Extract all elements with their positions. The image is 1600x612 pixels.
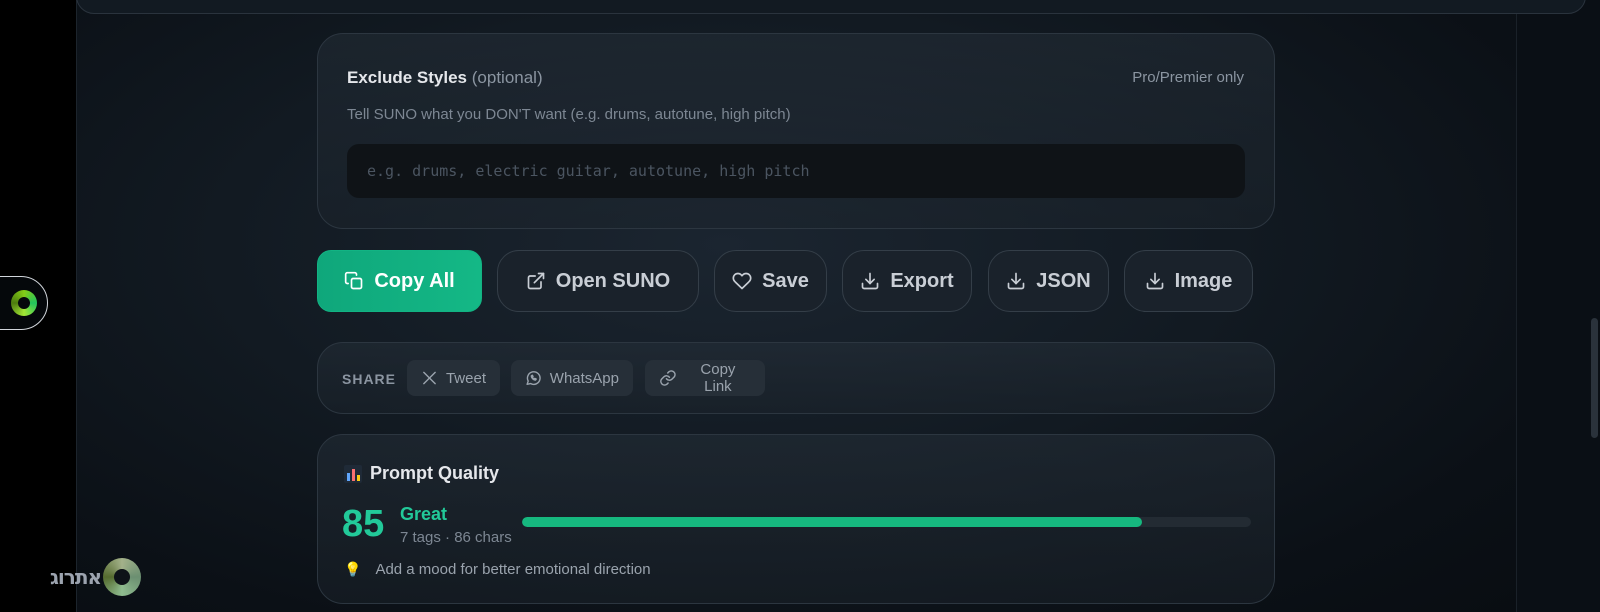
image-button[interactable]: Image — [1124, 250, 1253, 312]
copy-icon — [345, 271, 363, 290]
save-label: Save — [762, 269, 809, 292]
export-button[interactable]: Export — [842, 250, 972, 312]
download-icon — [1007, 272, 1025, 290]
ring-logo-icon — [11, 290, 37, 316]
whatsapp-button[interactable]: WhatsApp — [511, 360, 633, 396]
quality-progress-bar — [522, 517, 1251, 527]
json-button[interactable]: JSON — [988, 250, 1109, 312]
quality-meta: 7 tags · 86 chars — [400, 529, 512, 546]
open-suno-button[interactable]: Open SUNO — [497, 250, 699, 312]
exclude-styles-description: Tell SUNO what you DON'T want (e.g. drum… — [347, 106, 791, 123]
share-card: SHARE Tweet WhatsApp Copy Link — [317, 342, 1275, 414]
exclude-styles-card: Exclude Styles (optional) Pro/Premier on… — [317, 33, 1275, 229]
share-label: SHARE — [342, 371, 397, 387]
prompt-quality-heading: Prompt Quality — [344, 463, 499, 484]
image-label: Image — [1174, 269, 1233, 292]
whatsapp-label: WhatsApp — [549, 369, 619, 387]
copy-link-label: Copy Link — [700, 361, 736, 395]
save-button[interactable]: Save — [714, 250, 827, 312]
prompt-quality-title: Prompt Quality — [370, 463, 500, 483]
download-icon — [861, 272, 879, 290]
quality-tip-text: Add a mood for better emotional directio… — [375, 561, 651, 578]
open-suno-label: Open SUNO — [555, 269, 671, 292]
copy-all-label: Copy All — [374, 269, 455, 292]
previous-card-edge — [76, 0, 1586, 14]
brand-logo[interactable]: אתרוג — [50, 558, 142, 596]
external-link-icon — [527, 272, 545, 290]
exclude-styles-label: Exclude Styles — [347, 68, 468, 87]
optional-label: (optional) — [471, 68, 543, 87]
tweet-button[interactable]: Tweet — [407, 360, 500, 396]
tweet-label: Tweet — [445, 369, 486, 387]
exclude-styles-title: Exclude Styles (optional) — [347, 68, 543, 88]
json-label: JSON — [1036, 269, 1091, 292]
pro-premier-note: Pro/Premier only — [1132, 69, 1244, 86]
side-widget-toggle[interactable] — [0, 276, 48, 330]
quality-progress-fill — [522, 517, 1142, 527]
copy-all-button[interactable]: Copy All — [317, 250, 482, 312]
lightbulb-icon: 💡 — [344, 561, 362, 577]
scrollbar-thumb[interactable] — [1591, 318, 1598, 438]
export-label: Export — [890, 269, 954, 292]
link-icon — [660, 370, 676, 386]
exclude-styles-input[interactable] — [347, 144, 1245, 198]
quality-tip: 💡 Add a mood for better emotional direct… — [344, 561, 651, 578]
copy-link-button[interactable]: Copy Link — [645, 360, 765, 396]
whatsapp-icon — [526, 371, 541, 386]
download-icon — [1146, 272, 1163, 290]
x-logo-icon — [423, 371, 436, 385]
prompt-quality-card: Prompt Quality 85 Great 7 tags · 86 char… — [317, 434, 1275, 604]
quality-grade: Great — [400, 504, 448, 524]
quality-score: 85 — [342, 503, 385, 545]
heart-icon — [732, 272, 752, 290]
right-gutter — [1516, 0, 1600, 612]
brand-text: אתרוג — [50, 565, 102, 589]
brand-ring-icon — [103, 558, 142, 596]
bar-chart-icon — [344, 464, 362, 483]
